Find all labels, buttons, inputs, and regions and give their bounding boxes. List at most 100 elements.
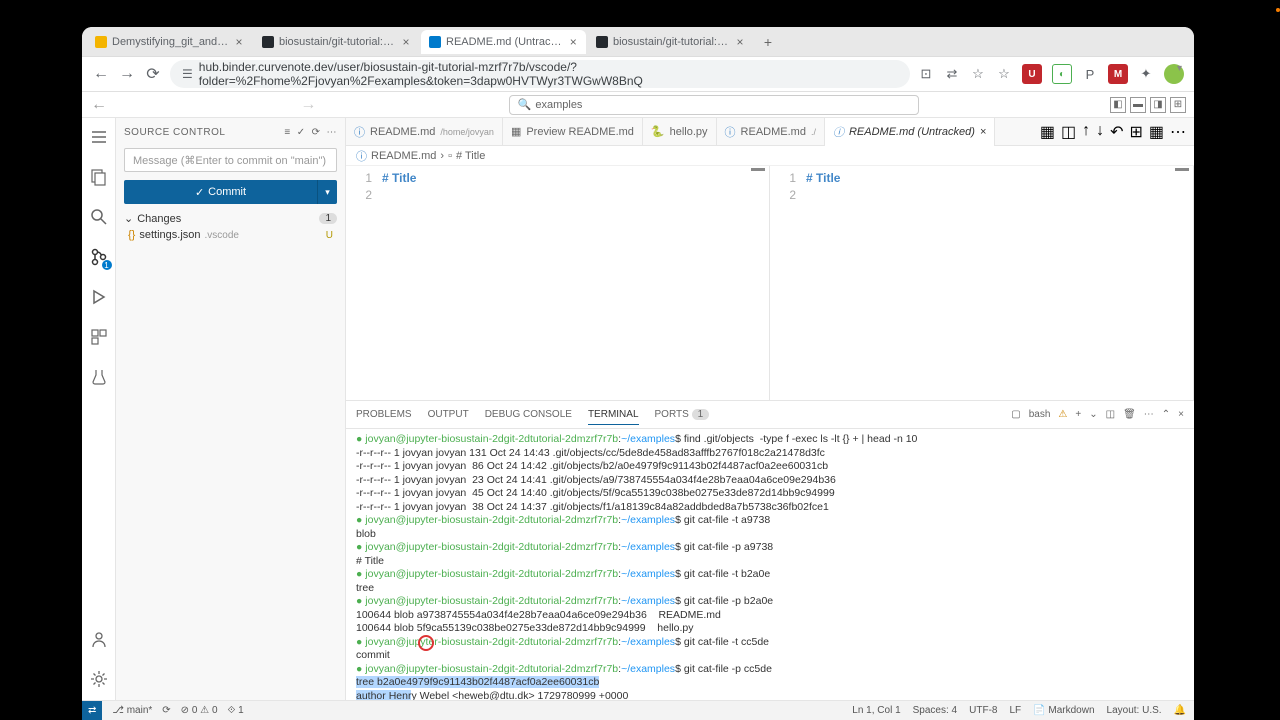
- encoding[interactable]: UTF-8: [969, 705, 997, 716]
- keyboard-layout[interactable]: Layout: U.S.: [1107, 705, 1162, 716]
- browser-tab-0[interactable]: Demystifying_git_and_github×: [87, 30, 252, 54]
- tab-output[interactable]: OUTPUT: [428, 405, 469, 424]
- arrow-up-icon[interactable]: ↑: [1082, 122, 1090, 142]
- warning-icon[interactable]: ⚠: [1058, 409, 1067, 420]
- more-icon[interactable]: ⋯: [1170, 122, 1186, 142]
- revert-icon[interactable]: ↶: [1110, 122, 1123, 142]
- close-icon[interactable]: ×: [980, 126, 986, 138]
- close-icon[interactable]: ×: [234, 36, 244, 48]
- extension-icon[interactable]: P: [1082, 66, 1098, 82]
- minimap[interactable]: [1175, 168, 1189, 171]
- language-mode[interactable]: 📄 Markdown: [1033, 705, 1094, 716]
- extension-icon[interactable]: U: [1022, 64, 1042, 84]
- tab-debug-console[interactable]: DEBUG CONSOLE: [485, 405, 572, 424]
- breadcrumb[interactable]: ⓘ README.md › ▫ # Title: [346, 146, 1194, 166]
- window-menu[interactable]: ▾: [1177, 63, 1182, 74]
- source-control-icon[interactable]: 1: [88, 246, 110, 268]
- browser-tab-2[interactable]: README.md (Untracked) (RE×: [421, 30, 586, 54]
- new-terminal-icon[interactable]: +: [1075, 409, 1081, 420]
- changed-file-row[interactable]: {} settings.json .vscode U: [116, 227, 345, 243]
- run-debug-icon[interactable]: [88, 286, 110, 308]
- new-tab-button[interactable]: +: [758, 32, 778, 52]
- customize-layout-icon[interactable]: ⊞: [1170, 97, 1186, 113]
- sync-indicator[interactable]: ⟳: [162, 705, 170, 716]
- toggle-primary-sidebar-icon[interactable]: ◧: [1110, 97, 1126, 113]
- preview-icon[interactable]: ▦: [1149, 122, 1164, 142]
- commit-dropdown[interactable]: ▾: [317, 180, 337, 204]
- split-editor-icon[interactable]: ◫: [1061, 122, 1076, 142]
- open-changes-icon[interactable]: ▦: [1040, 122, 1055, 142]
- bookmark-icon[interactable]: ☆: [996, 66, 1012, 82]
- editor-left[interactable]: 12 # Title: [346, 166, 770, 400]
- terminal-content[interactable]: ● jovyan@jupyter-biosustain-2dgit-2dtuto…: [346, 429, 1194, 700]
- problems-indicator[interactable]: ⊘ 0 ⚠ 0: [181, 705, 218, 716]
- arrow-down-icon[interactable]: ↓: [1096, 122, 1104, 142]
- view-as-tree-icon[interactable]: ≡: [284, 127, 290, 138]
- close-icon[interactable]: ×: [568, 36, 578, 48]
- forward-button[interactable]: →: [118, 65, 136, 83]
- share-icon[interactable]: ☆: [970, 66, 986, 82]
- install-icon[interactable]: ⊡: [918, 66, 934, 82]
- indentation[interactable]: Spaces: 4: [913, 705, 957, 716]
- branch-indicator[interactable]: ⎇ main*: [112, 705, 152, 716]
- chevron-down-icon[interactable]: ⌄: [1089, 409, 1097, 420]
- panel-title: SOURCE CONTROL: [124, 127, 225, 138]
- maximize-icon[interactable]: ⌃: [1162, 409, 1170, 420]
- commit-button[interactable]: ✓ Commit: [124, 180, 317, 204]
- editor-tab[interactable]: 🐍hello.py: [643, 118, 717, 146]
- back-button[interactable]: ←: [92, 65, 110, 83]
- refresh-icon[interactable]: ⟳: [312, 127, 321, 138]
- nav-forward-button[interactable]: →: [299, 96, 317, 114]
- menu-icon[interactable]: [88, 126, 110, 148]
- markdown-icon: ⓘ: [833, 124, 844, 140]
- filter-icon[interactable]: ▢: [1011, 409, 1020, 420]
- commit-message-input[interactable]: Message (⌘Enter to commit on "main"): [124, 148, 337, 172]
- editor-tab[interactable]: ⓘREADME.md./: [717, 118, 825, 146]
- nav-back-button[interactable]: ←: [90, 96, 108, 114]
- editor-right[interactable]: 12 # Title: [770, 166, 1194, 400]
- extensions-icon[interactable]: [88, 326, 110, 348]
- testing-icon[interactable]: [88, 366, 110, 388]
- remote-indicator[interactable]: ⇄: [82, 701, 102, 720]
- extensions-icon[interactable]: ✦: [1138, 66, 1154, 82]
- browser-tab-strip: Demystifying_git_and_github× biosustain/…: [82, 27, 1194, 57]
- more-icon[interactable]: ⋯: [327, 127, 338, 138]
- kill-terminal-icon[interactable]: 🗑: [1123, 409, 1136, 420]
- minimap[interactable]: [751, 168, 765, 171]
- command-center[interactable]: 🔍 examples: [509, 95, 919, 115]
- site-info-icon[interactable]: ☰: [182, 67, 193, 81]
- tab-problems[interactable]: PROBLEMS: [356, 405, 412, 424]
- cursor-position[interactable]: Ln 1, Col 1: [852, 705, 900, 716]
- explorer-icon[interactable]: [88, 166, 110, 188]
- browser-tab-1[interactable]: biosustain/git-tutorial: VS Co×: [254, 30, 419, 54]
- changes-section[interactable]: ⌄ Changes 1: [116, 210, 345, 227]
- settings-icon[interactable]: [88, 668, 110, 690]
- extension-icon[interactable]: ◐: [1052, 64, 1072, 84]
- accounts-icon[interactable]: [88, 628, 110, 650]
- split-terminal-icon[interactable]: ◫: [1106, 409, 1115, 420]
- eol[interactable]: LF: [1009, 705, 1021, 716]
- tab-ports[interactable]: PORTS 1: [655, 405, 710, 424]
- url-input[interactable]: ☰ hub.binder.curvenote.dev/user/biosusta…: [170, 60, 910, 88]
- more-icon[interactable]: ⋯: [1144, 409, 1154, 420]
- close-panel-icon[interactable]: ×: [1178, 409, 1184, 420]
- browser-tab-3[interactable]: biosustain/git-tutorial: VS Co×: [588, 30, 753, 54]
- toggle-secondary-sidebar-icon[interactable]: ◨: [1150, 97, 1166, 113]
- search-icon[interactable]: [88, 206, 110, 228]
- ports-indicator[interactable]: ⟐ 1: [228, 705, 244, 716]
- tab-terminal[interactable]: TERMINAL: [588, 405, 639, 425]
- close-icon[interactable]: ×: [401, 36, 411, 48]
- status-bar: ⇄ ⎇ main* ⟳ ⊘ 0 ⚠ 0 ⟐ 1 Ln 1, Col 1 Spac…: [82, 700, 1194, 720]
- toggle-panel-icon[interactable]: ▬: [1130, 97, 1146, 113]
- shell-label[interactable]: bash: [1029, 409, 1051, 420]
- editor-tab[interactable]: ▦Preview README.md: [503, 118, 643, 146]
- extension-icon[interactable]: M: [1108, 64, 1128, 84]
- commit-icon[interactable]: ✓: [297, 127, 306, 138]
- translate-icon[interactable]: ⇄: [944, 66, 960, 82]
- reload-button[interactable]: ⟳: [144, 65, 162, 83]
- notifications-icon[interactable]: 🔔: [1174, 705, 1186, 716]
- toggle-icon[interactable]: ⊞: [1129, 122, 1142, 142]
- editor-tab[interactable]: ⓘREADME.md/home/jovyan: [346, 118, 503, 146]
- close-icon[interactable]: ×: [735, 36, 745, 48]
- editor-tab-active[interactable]: ⓘREADME.md (Untracked)×: [825, 118, 995, 146]
